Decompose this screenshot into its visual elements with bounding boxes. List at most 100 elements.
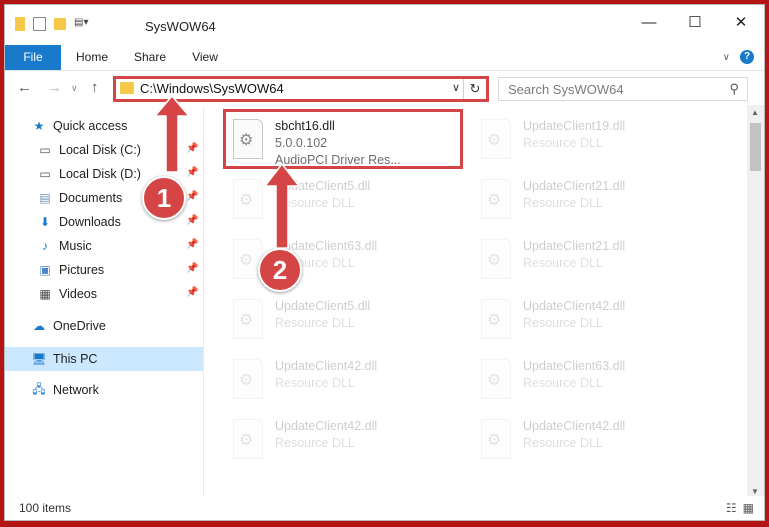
file-tile[interactable]: ⚙ UpdateClient63.dll Resource DLL [471,353,707,409]
computer-icon: 🖥 [31,352,47,366]
scroll-thumb[interactable] [750,123,761,171]
file-highlight-box [223,109,463,169]
pin-icon[interactable]: 📌 [186,167,198,178]
videos-icon: ▦ [39,287,51,301]
address-path[interactable]: C:\Windows\SysWOW64 [140,81,284,96]
sidebar-item-music[interactable]: ♪ Music 📌 [5,235,203,257]
music-icon: ♪ [42,239,48,253]
file-tile[interactable]: ⚙ UpdateClient42.dll Resource DLL [471,293,707,349]
file-tile[interactable]: ⚙ UpdateClient21.dll Resource DLL [471,233,707,289]
title-bar: ▤▾ SysWOW64 — ☐ ✕ [5,5,764,45]
navigation-bar: ← → ∨ ↑ C:\Windows\SysWOW64 ∨ ↻ Search S… [5,71,764,105]
properties-icon[interactable] [33,17,46,31]
pin-icon[interactable]: 📌 [186,215,198,226]
details-view-icon[interactable]: ☷ [726,501,737,515]
vertical-scrollbar[interactable]: ▲ ▼ [747,105,764,499]
scroll-up-icon[interactable]: ▲ [751,108,759,117]
item-count: 100 items [19,501,72,515]
pin-icon[interactable]: 📌 [186,239,198,250]
file-tile[interactable]: ⚙ UpdateClient63.dll Resource DLL [223,233,459,289]
sidebar-item-label: Local Disk (C:) [59,143,141,157]
file-tile[interactable]: ⚙ UpdateClient42.dll Resource DLL [223,413,459,469]
file-name: UpdateClient42.dll [523,419,626,433]
file-tile[interactable]: ⚙ UpdateClient21.dll Resource DLL [471,173,707,229]
file-name: UpdateClient5.dll [275,299,371,313]
minimize-button[interactable]: — [626,5,672,39]
file-tile[interactable]: ⚙ UpdateClient19.dll Resource DLL [471,113,707,169]
file-type: Resource DLL [275,196,355,210]
file-tile[interactable]: ⚙ UpdateClient42.dll Resource DLL [223,353,459,409]
up-button[interactable]: ↑ [91,79,99,96]
tab-home[interactable]: Home [69,45,115,70]
sidebar-item-local-disk-c[interactable]: ▭ Local Disk (C:) 📌 [5,139,203,161]
file-explorer-window: ▤▾ SysWOW64 — ☐ ✕ File Home Share View ∨… [4,4,765,521]
star-icon: ★ [33,119,45,133]
status-bar: 100 items ☷ ▦ [5,496,764,520]
forward-button[interactable]: → [47,79,62,96]
search-icon: ⚲ [729,81,739,96]
file-name: UpdateClient5.dll [275,179,371,193]
close-button[interactable]: ✕ [718,5,764,39]
recent-locations-icon[interactable]: ∨ [71,83,78,94]
documents-icon: ▤ [39,191,51,205]
file-tile[interactable]: ⚙ UpdateClient42.dll Resource DLL [471,413,707,469]
file-type: Resource DLL [523,376,603,390]
tab-share[interactable]: Share [127,45,173,70]
window-title: SysWOW64 [145,19,216,34]
address-bar[interactable]: C:\Windows\SysWOW64 ∨ ↻ [113,76,489,102]
file-name: UpdateClient42.dll [523,299,626,313]
dll-file-icon: ⚙ [233,419,263,459]
scroll-down-icon[interactable]: ▼ [751,487,759,496]
sidebar-item-label: Local Disk (D:) [59,167,141,181]
sidebar-item-onedrive[interactable]: ☁ OneDrive [5,315,203,337]
file-name: UpdateClient63.dll [523,359,626,373]
dll-file-icon: ⚙ [481,179,511,219]
sidebar-item-network[interactable]: 🖧 Network [5,379,203,401]
search-placeholder: Search SysWOW64 [508,82,624,97]
address-dropdown-icon[interactable]: ∨ [452,81,460,94]
sidebar-item-this-pc[interactable]: 🖥 This PC [5,347,203,371]
ribbon-tabs: File Home Share View ∨ ? [5,45,764,71]
help-icon[interactable]: ? [740,50,754,64]
sidebar-item-quick-access[interactable]: ★ Quick access [5,115,203,137]
sidebar-item-pictures[interactable]: ▣ Pictures 📌 [5,259,203,281]
quick-access-toolbar: ▤▾ [15,17,96,31]
large-icons-view-icon[interactable]: ▦ [743,501,754,515]
tab-file[interactable]: File [5,45,61,70]
sidebar-item-label: This PC [53,352,98,366]
maximize-button[interactable]: ☐ [672,5,718,39]
sidebar-item-label: Documents [59,191,123,205]
refresh-button[interactable]: ↻ [463,79,486,99]
sidebar-item-videos[interactable]: ▦ Videos 📌 [5,283,203,305]
dll-file-icon: ⚙ [481,119,511,159]
file-type: Resource DLL [523,316,603,330]
sidebar-item-label: Network [53,383,99,397]
customize-toolbar-icon[interactable]: ▤▾ [74,17,96,31]
pin-icon[interactable]: 📌 [186,143,198,154]
download-icon: ⬇ [39,215,51,229]
window-controls: — ☐ ✕ [626,5,764,39]
folder-icon[interactable] [15,17,25,31]
new-folder-icon[interactable] [54,18,66,30]
file-name: UpdateClient21.dll [523,179,626,193]
back-button[interactable]: ← [17,79,32,96]
drive-icon: ▭ [39,167,51,181]
pin-icon[interactable]: 📌 [186,191,198,202]
file-tile[interactable]: ⚙ UpdateClient5.dll Resource DLL [223,173,459,229]
file-tile[interactable]: ⚙ UpdateClient5.dll Resource DLL [223,293,459,349]
search-box[interactable]: Search SysWOW64 ⚲ [498,77,748,101]
dll-file-icon: ⚙ [233,179,263,219]
file-type: Resource DLL [275,316,355,330]
view-toggles: ☷ ▦ [726,501,754,515]
sidebar-item-label: Downloads [59,215,121,229]
pin-icon[interactable]: 📌 [186,287,198,298]
cloud-icon: ☁ [33,319,45,333]
file-type: Resource DLL [523,256,603,270]
tab-view[interactable]: View [185,45,225,70]
drive-icon: ▭ [39,143,51,157]
pin-icon[interactable]: 📌 [186,263,198,274]
sidebar-item-label: Quick access [53,119,128,133]
expand-ribbon-icon[interactable]: ∨ [723,52,730,63]
sidebar-item-label: Videos [59,287,97,301]
pictures-icon: ▣ [39,263,51,277]
